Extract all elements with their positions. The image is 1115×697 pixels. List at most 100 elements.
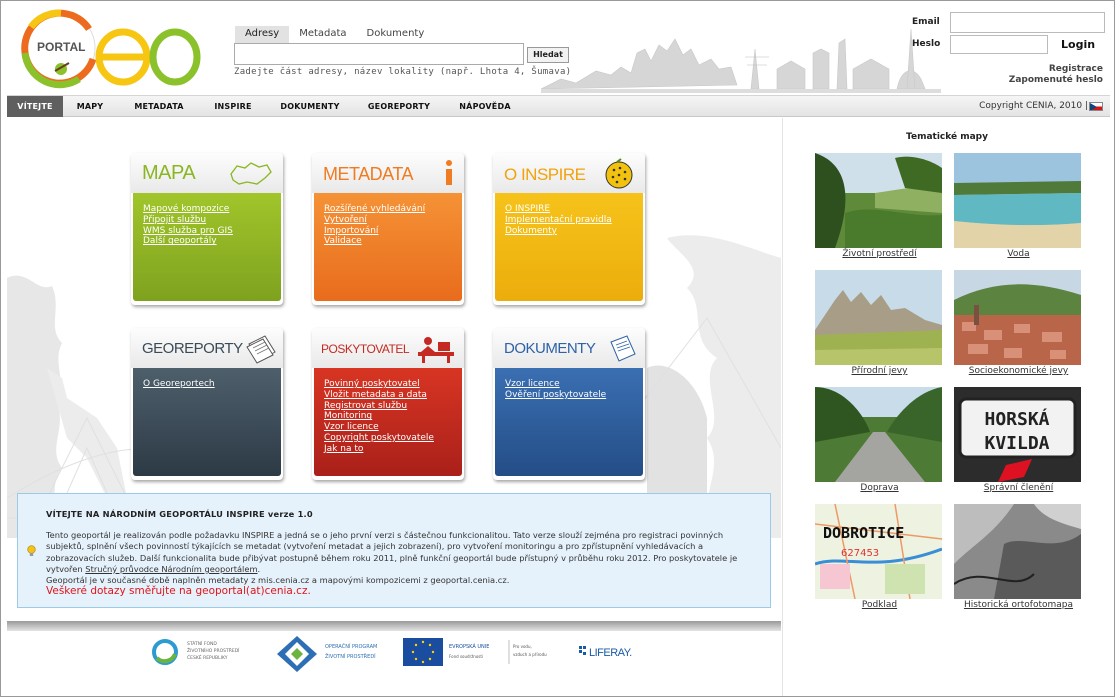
thematic-maps-title: Tematické mapy: [906, 132, 988, 142]
thematic-caption[interactable]: Životní prostředí: [813, 249, 946, 259]
document-icon: [610, 335, 636, 362]
thematic-caption[interactable]: Správní členění: [952, 483, 1085, 493]
opzp-logo: OPERAČNÍ PROGRAM ŽIVOTNÍ PROSTŘEDÍ: [277, 636, 377, 672]
water-photo[interactable]: [954, 153, 1081, 248]
link-vzor-licence-dok[interactable]: Vzor licence: [505, 379, 606, 390]
svg-text:ŽIVOTNÍHO PROSTŘEDÍ: ŽIVOTNÍHO PROSTŘEDÍ: [187, 646, 240, 654]
link-vlozit-metadata[interactable]: Vložit metadata a data: [324, 390, 434, 401]
thematic-caption[interactable]: Doprava: [813, 483, 946, 493]
liferay-logo: LIFERAY.: [579, 646, 633, 659]
svg-text:OPERAČNÍ PROGRAM: OPERAČNÍ PROGRAM: [325, 643, 377, 650]
thematic-item-socioekonomicke-jevy[interactable]: Socioekonomické jevy: [952, 270, 1081, 380]
partner-logos: STÁTNÍ FOND ŽIVOTNÍHO PROSTŘEDÍ ČESKÉ RE…: [152, 636, 633, 672]
tile-dokumenty-title[interactable]: DOKUMENTY: [504, 340, 596, 357]
password-field[interactable]: [950, 35, 1048, 54]
link-vytvoreni[interactable]: Vytvoření: [324, 215, 425, 226]
thematic-item-podklad[interactable]: DOBROTICE 627453 Podklad: [813, 504, 942, 614]
link-validace[interactable]: Validace: [324, 236, 425, 247]
search-tabs: Adresy Metadata Dokumenty: [235, 26, 434, 43]
welcome-paragraph-end: .: [257, 563, 261, 574]
nav-item-georeporty[interactable]: GEOREPORTY: [359, 96, 439, 117]
thematic-caption[interactable]: Socioekonomické jevy: [952, 366, 1085, 376]
link-monitoring[interactable]: Monitoring: [324, 411, 434, 422]
nav-item-dokumenty[interactable]: DOKUMENTY: [273, 96, 347, 117]
link-o-inspire[interactable]: O INSPIRE: [505, 204, 612, 215]
nav-item-mapy[interactable]: MAPY: [67, 96, 113, 117]
guide-link[interactable]: Stručný průvodce Národním geoportálem: [85, 564, 257, 574]
thematic-maps-panel: Tematické mapy Životní prostředí Voda Př…: [782, 118, 1110, 696]
town-photo[interactable]: [954, 270, 1081, 365]
nav-item-metadata[interactable]: METADATA: [125, 96, 193, 117]
tile-inspire-title[interactable]: O INSPIRE: [504, 165, 586, 185]
tile-mapa-title[interactable]: MAPA: [142, 162, 196, 185]
tab-adresy[interactable]: Adresy: [235, 26, 290, 43]
svg-text:vzduch a přírodu: vzduch a přírodu: [513, 652, 547, 657]
eu-logo: EVROPSKÁ UNIE Fond soudržnosti Pro vodu,…: [403, 638, 547, 666]
thematic-caption[interactable]: Podklad: [813, 600, 946, 610]
nature-photo[interactable]: [815, 270, 942, 365]
search-button[interactable]: Hledat: [527, 47, 569, 63]
svg-text:DOBROTICE: DOBROTICE: [823, 524, 904, 542]
thematic-item-prirodni-jevy[interactable]: Přírodní jevy: [813, 270, 942, 380]
email-field[interactable]: [950, 12, 1105, 33]
header: PORTAL Adresy Metadata Dokumenty Hledat …: [1, 1, 1114, 95]
thematic-item-spravni-cleneni[interactable]: HORSKÁ KVILDA Správní členění: [952, 387, 1081, 497]
link-inspire-dokumenty[interactable]: Dokumenty: [505, 226, 612, 237]
thematic-caption[interactable]: Voda: [952, 249, 1085, 259]
password-label: Heslo: [912, 39, 941, 49]
svg-text:ČESKÉ REPUBLIKY: ČESKÉ REPUBLIKY: [187, 653, 228, 661]
tile-mapa-links: Mapové kompozice Připojit službu WMS slu…: [143, 204, 233, 247]
nav-item-vitejte[interactable]: VÍTEJTE: [7, 96, 63, 117]
link-importovani[interactable]: Importování: [324, 226, 425, 237]
svg-text:PORTAL: PORTAL: [37, 40, 85, 54]
historic-ortophoto[interactable]: [954, 504, 1081, 599]
basemap-image[interactable]: DOBROTICE 627453: [815, 504, 942, 599]
link-o-georeportech[interactable]: O Georeportech: [143, 379, 215, 390]
link-overeni-poskytovatele[interactable]: Ověření poskytovatele: [505, 390, 606, 401]
portal-geo-logo: PORTAL: [21, 9, 201, 89]
link-povinny-poskytovatel[interactable]: Povinný poskytovatel: [324, 379, 434, 390]
thematic-caption[interactable]: Přírodní jevy: [813, 366, 946, 376]
czech-flag-icon[interactable]: [1089, 102, 1103, 111]
link-wms-sluzba[interactable]: WMS služba pro GIS: [143, 226, 233, 237]
nav-item-napoveda[interactable]: NÁPOVĚDA: [451, 96, 519, 117]
thematic-item-voda[interactable]: Voda: [952, 153, 1081, 263]
link-implementacni-pravidla[interactable]: Implementační pravidla: [505, 215, 612, 226]
sign-photo[interactable]: HORSKÁ KVILDA: [954, 387, 1081, 482]
link-registrovat-sluzbu[interactable]: Registrovat službu: [324, 401, 434, 412]
link-pripojit-sluzbu[interactable]: Připojit službu: [143, 215, 233, 226]
environment-photo[interactable]: [815, 153, 942, 248]
login-button[interactable]: Login: [1061, 38, 1095, 51]
tile-inspire-links: O INSPIRE Implementační pravidla Dokumen…: [505, 204, 612, 236]
link-copyright-poskytovatele[interactable]: Copyright poskytovatele: [324, 433, 434, 444]
link-mapove-kompozice[interactable]: Mapové kompozice: [143, 204, 233, 215]
tab-dokumenty[interactable]: Dokumenty: [357, 26, 435, 43]
link-rozsirene-vyhledavani[interactable]: Rozšířené vyhledávání: [324, 204, 425, 215]
tile-georeporty: GEOREPORTY O Georeportech: [131, 328, 283, 480]
thematic-item-historicka-ortofotomapa[interactable]: Historická ortofotomapa: [952, 504, 1081, 614]
thematic-caption[interactable]: Historická ortofotomapa: [952, 600, 1085, 610]
copyright-text: Copyright CENIA, 2010 |: [979, 101, 1088, 111]
welcome-box: VÍTEJTE NA NÁRODNÍM GEOPORTÁLU INSPIRE v…: [17, 493, 771, 608]
link-dalsi-geoportaly[interactable]: Další geoportály: [143, 236, 233, 247]
skyline-illustration: [541, 28, 941, 93]
svg-text:ŽIVOTNÍ PROSTŘEDÍ: ŽIVOTNÍ PROSTŘEDÍ: [325, 652, 376, 660]
road-photo[interactable]: [815, 387, 942, 482]
tile-dokumenty: DOKUMENTY Vzor licence Ověření poskytova…: [493, 328, 645, 480]
search-hint: Zadejte část adresy, název lokality (nap…: [234, 67, 572, 77]
info-icon: [446, 160, 452, 185]
link-vzor-licence[interactable]: Vzor licence: [324, 422, 434, 433]
search-input[interactable]: [234, 43, 524, 65]
tile-metadata-title[interactable]: METADATA: [323, 164, 414, 185]
thematic-item-doprava[interactable]: Doprava: [813, 387, 942, 497]
thematic-item-zivotni-prostredi[interactable]: Životní prostředí: [813, 153, 942, 263]
tile-poskytovatel-title[interactable]: POSKYTOVATEL: [321, 342, 410, 356]
tab-metadata[interactable]: Metadata: [289, 26, 356, 43]
nav-item-inspire[interactable]: INSPIRE: [205, 96, 261, 117]
forgot-password-link[interactable]: Zapomenuté heslo: [1009, 75, 1103, 85]
svg-text:627453: 627453: [841, 548, 879, 559]
svg-text:STÁTNÍ FOND: STÁTNÍ FOND: [187, 640, 217, 647]
link-jak-na-to[interactable]: Jak na to: [324, 444, 434, 455]
register-link[interactable]: Registrace: [1049, 64, 1103, 74]
tile-georeporty-title[interactable]: GEOREPORTY: [142, 340, 243, 357]
